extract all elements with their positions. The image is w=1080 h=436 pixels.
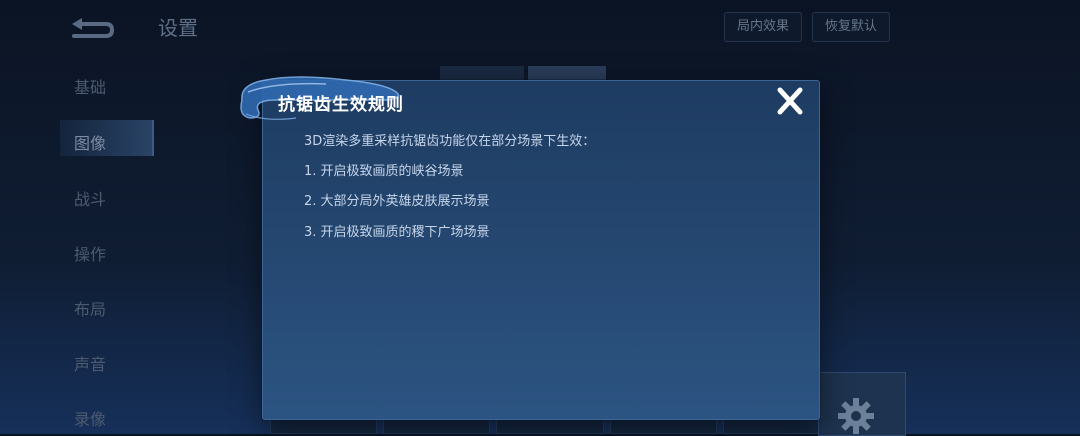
sidebar-item-basic[interactable]: 基础 (74, 74, 106, 98)
top-bar: 设置 局内效果 恢复默认 (0, 0, 1080, 52)
restore-defaults-button[interactable]: 恢复默认 (812, 12, 891, 42)
sidebar-item-graphics[interactable]: 图像 (74, 130, 106, 154)
sidebar-item-sound[interactable]: 声音 (74, 351, 106, 375)
gear-icon (838, 398, 874, 434)
close-icon[interactable] (772, 84, 808, 118)
sidebar-item-combat[interactable]: 战斗 (74, 186, 106, 210)
sidebar-item-layout[interactable]: 布局 (74, 296, 106, 320)
back-arrow-icon[interactable] (68, 14, 116, 40)
dialog-title: 抗锯齿生效规则 (278, 95, 404, 115)
dialog-description: 3D渲染多重采样抗锯齿功能仅在部分场景下生效： (304, 134, 596, 149)
rule-item: 3. 开启极致画质的稷下广场场景 (304, 225, 490, 240)
rule-item: 2. 大部分局外英雄皮肤展示场景 (304, 194, 490, 209)
page-title: 设置 (158, 16, 198, 40)
close-button[interactable] (772, 84, 808, 118)
sidebar-item-recording[interactable]: 录像 (74, 406, 106, 430)
sidebar-item-controls[interactable]: 操作 (74, 241, 106, 265)
in-game-effects-button[interactable]: 局内效果 (724, 12, 803, 42)
rule-item: 1. 开启极致画质的峡谷场景 (304, 164, 464, 179)
